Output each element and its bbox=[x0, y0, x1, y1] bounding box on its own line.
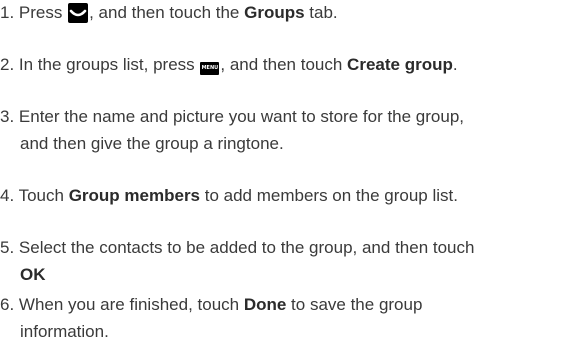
step-text: . bbox=[452, 55, 458, 74]
step-text: In the groups list, press bbox=[14, 55, 200, 74]
step-number: 1. bbox=[0, 3, 15, 22]
step-text: When you are finished, touch bbox=[14, 295, 244, 314]
step-text: , and then touch the bbox=[89, 3, 245, 22]
step-2: 2. In the groups list, press MENU, and t… bbox=[0, 51, 588, 78]
step-number: 4. bbox=[0, 186, 15, 205]
step-number: 5. bbox=[0, 238, 15, 257]
step-text-continued: and then give the group a ringtone. bbox=[20, 134, 284, 153]
step-text: Touch bbox=[14, 186, 69, 205]
groups-tab-label: Groups bbox=[244, 3, 305, 22]
step-text: to save the group bbox=[286, 295, 423, 314]
done-label: Done bbox=[243, 295, 287, 314]
step-text: Press bbox=[14, 3, 68, 22]
group-members-label: Group members bbox=[68, 186, 201, 205]
step-text: to add members on the group list. bbox=[200, 186, 458, 205]
step-text: Select the contacts to be added to the g… bbox=[14, 238, 475, 257]
step-number: 2. bbox=[0, 55, 15, 74]
step-text: Enter the name and picture you want to s… bbox=[14, 107, 465, 126]
step-4: 4. Touch Group members to add members on… bbox=[0, 182, 588, 209]
instruction-list: 1. Press , and then touch the Groups tab… bbox=[0, 0, 588, 346]
step-text: , and then touch bbox=[220, 55, 348, 74]
step-number: 6. bbox=[0, 295, 15, 314]
step-text-continued: information. bbox=[20, 322, 109, 341]
step-5: 5. Select the contacts to be added to th… bbox=[0, 234, 588, 288]
down-chevron-key-icon bbox=[68, 3, 89, 23]
step-1: 1. Press , and then touch the Groups tab… bbox=[0, 0, 588, 26]
menu-key-icon: MENU bbox=[200, 62, 220, 75]
step-text: tab. bbox=[304, 3, 338, 22]
ok-label: OK bbox=[20, 265, 46, 284]
step-6: 6. When you are finished, touch Done to … bbox=[0, 291, 588, 345]
step-number: 3. bbox=[0, 107, 15, 126]
step-3: 3. Enter the name and picture you want t… bbox=[0, 103, 588, 157]
create-group-label: Create group bbox=[347, 55, 453, 74]
